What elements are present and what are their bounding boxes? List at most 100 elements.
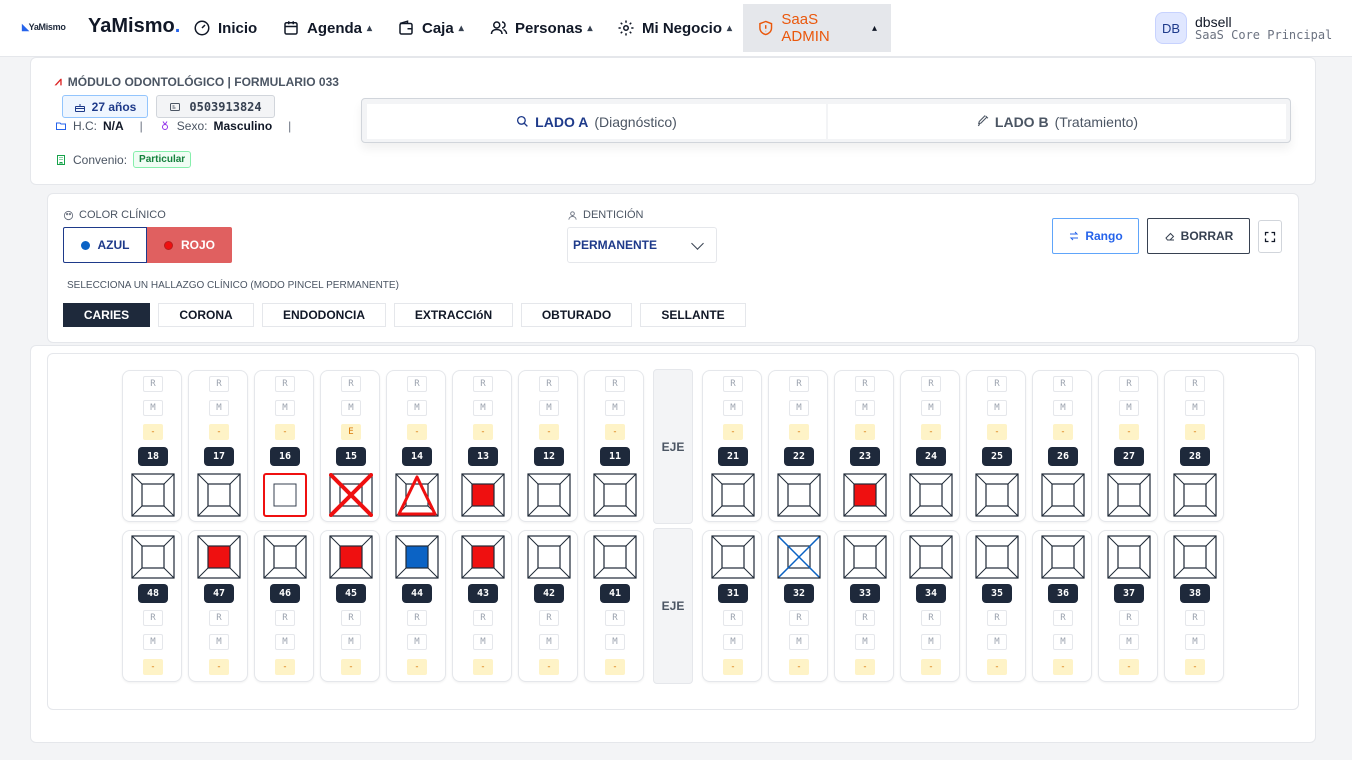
- tooth-m-cell[interactable]: M: [987, 634, 1007, 650]
- tooth-status-cell[interactable]: -: [143, 659, 163, 675]
- tooth-m-cell[interactable]: M: [275, 400, 295, 416]
- tooth-r-cell[interactable]: R: [341, 610, 361, 626]
- tooth-surface-diagram[interactable]: [263, 535, 307, 579]
- tooth-12[interactable]: R M - 12: [518, 370, 578, 522]
- tooth-status-cell[interactable]: -: [275, 659, 295, 675]
- tooth-44[interactable]: 44 R M -: [386, 530, 446, 682]
- finding-corona-button[interactable]: CORONA: [158, 303, 254, 327]
- tooth-46[interactable]: 46 R M -: [254, 530, 314, 682]
- nav-saas-admin[interactable]: SaaS ADMIN ▴: [743, 4, 891, 52]
- tooth-r-cell[interactable]: R: [1185, 376, 1205, 392]
- tooth-r-cell[interactable]: R: [1185, 610, 1205, 626]
- tooth-r-cell[interactable]: R: [143, 610, 163, 626]
- finding-endodoncia-button[interactable]: ENDODONCIA: [262, 303, 386, 327]
- tooth-surface-diagram[interactable]: [975, 473, 1019, 517]
- range-button[interactable]: Rango: [1052, 218, 1139, 254]
- tooth-status-cell[interactable]: -: [341, 659, 361, 675]
- tooth-m-cell[interactable]: M: [723, 400, 743, 416]
- tooth-25[interactable]: R M - 25: [966, 370, 1026, 522]
- tooth-35[interactable]: 35 R M -: [966, 530, 1026, 682]
- tooth-23[interactable]: R M - 23: [834, 370, 894, 522]
- tooth-m-cell[interactable]: M: [1119, 400, 1139, 416]
- tooth-surface-diagram[interactable]: [461, 473, 505, 517]
- tooth-r-cell[interactable]: R: [539, 610, 559, 626]
- tooth-m-cell[interactable]: M: [855, 400, 875, 416]
- tooth-status-cell[interactable]: -: [473, 424, 493, 440]
- tooth-r-cell[interactable]: R: [1053, 610, 1073, 626]
- tooth-28[interactable]: R M - 28: [1164, 370, 1224, 522]
- tooth-27[interactable]: R M - 27: [1098, 370, 1158, 522]
- tooth-status-cell[interactable]: -: [987, 424, 1007, 440]
- tooth-11[interactable]: R M - 11: [584, 370, 644, 522]
- tooth-surface-diagram[interactable]: [461, 535, 505, 579]
- tooth-18[interactable]: R M - 18: [122, 370, 182, 522]
- tooth-surface-diagram[interactable]: [1173, 473, 1217, 517]
- tooth-status-cell[interactable]: -: [275, 424, 295, 440]
- tooth-status-cell[interactable]: -: [407, 659, 427, 675]
- tooth-m-cell[interactable]: M: [473, 634, 493, 650]
- tooth-surface-diagram[interactable]: [909, 473, 953, 517]
- tooth-r-cell[interactable]: R: [209, 610, 229, 626]
- tooth-47[interactable]: 47 R M -: [188, 530, 248, 682]
- tooth-status-cell[interactable]: -: [143, 424, 163, 440]
- tooth-surface-diagram[interactable]: [909, 535, 953, 579]
- logo-small[interactable]: ◣YaMismo: [22, 22, 66, 33]
- tooth-m-cell[interactable]: M: [1053, 634, 1073, 650]
- tooth-surface-diagram[interactable]: [395, 473, 439, 517]
- tooth-surface-diagram[interactable]: [1041, 535, 1085, 579]
- tooth-surface-diagram[interactable]: [1107, 473, 1151, 517]
- tooth-status-cell[interactable]: -: [1119, 424, 1139, 440]
- tooth-41[interactable]: 41 R M -: [584, 530, 644, 682]
- tooth-m-cell[interactable]: M: [1185, 634, 1205, 650]
- tooth-14[interactable]: R M - 14: [386, 370, 446, 522]
- tooth-m-cell[interactable]: M: [789, 634, 809, 650]
- tooth-r-cell[interactable]: R: [473, 376, 493, 392]
- tooth-status-cell[interactable]: -: [921, 659, 941, 675]
- tooth-status-cell[interactable]: -: [407, 424, 427, 440]
- tooth-r-cell[interactable]: R: [921, 376, 941, 392]
- tooth-m-cell[interactable]: M: [275, 634, 295, 650]
- tooth-r-cell[interactable]: R: [723, 376, 743, 392]
- tooth-r-cell[interactable]: R: [407, 376, 427, 392]
- tooth-surface-diagram[interactable]: [197, 535, 241, 579]
- tooth-m-cell[interactable]: M: [605, 400, 625, 416]
- tooth-m-cell[interactable]: M: [143, 400, 163, 416]
- tooth-m-cell[interactable]: M: [407, 634, 427, 650]
- tooth-m-cell[interactable]: M: [1185, 400, 1205, 416]
- tooth-status-cell[interactable]: -: [605, 659, 625, 675]
- tooth-32[interactable]: 32 R M -: [768, 530, 828, 682]
- tooth-m-cell[interactable]: M: [341, 400, 361, 416]
- tooth-surface-diagram[interactable]: [593, 473, 637, 517]
- tooth-42[interactable]: 42 R M -: [518, 530, 578, 682]
- tooth-surface-diagram[interactable]: [395, 535, 439, 579]
- tooth-26[interactable]: R M - 26: [1032, 370, 1092, 522]
- tooth-43[interactable]: 43 R M -: [452, 530, 512, 682]
- tooth-r-cell[interactable]: R: [1119, 376, 1139, 392]
- tooth-r-cell[interactable]: R: [275, 376, 295, 392]
- nav-inicio[interactable]: Inicio: [193, 4, 257, 52]
- tab-lado-a[interactable]: LADO A (Diagnóstico): [367, 104, 826, 139]
- finding-obturado-button[interactable]: OBTURADO: [521, 303, 632, 327]
- tooth-m-cell[interactable]: M: [539, 400, 559, 416]
- tooth-status-cell[interactable]: -: [987, 659, 1007, 675]
- tooth-r-cell[interactable]: R: [1119, 610, 1139, 626]
- tooth-22[interactable]: R M - 22: [768, 370, 828, 522]
- tooth-status-cell[interactable]: -: [723, 659, 743, 675]
- tooth-status-cell[interactable]: -: [789, 424, 809, 440]
- tooth-m-cell[interactable]: M: [143, 634, 163, 650]
- tooth-m-cell[interactable]: M: [605, 634, 625, 650]
- tooth-status-cell[interactable]: -: [789, 659, 809, 675]
- tooth-r-cell[interactable]: R: [921, 610, 941, 626]
- tooth-m-cell[interactable]: M: [209, 400, 229, 416]
- tooth-surface-diagram[interactable]: [843, 473, 887, 517]
- tooth-m-cell[interactable]: M: [855, 634, 875, 650]
- tooth-status-cell[interactable]: -: [605, 424, 625, 440]
- tooth-r-cell[interactable]: R: [855, 610, 875, 626]
- tooth-status-cell[interactable]: -: [921, 424, 941, 440]
- tooth-13[interactable]: R M - 13: [452, 370, 512, 522]
- tooth-surface-diagram[interactable]: [777, 473, 821, 517]
- tooth-r-cell[interactable]: R: [143, 376, 163, 392]
- tooth-status-cell[interactable]: -: [855, 659, 875, 675]
- tooth-surface-diagram[interactable]: [777, 535, 821, 579]
- tooth-surface-diagram[interactable]: [131, 535, 175, 579]
